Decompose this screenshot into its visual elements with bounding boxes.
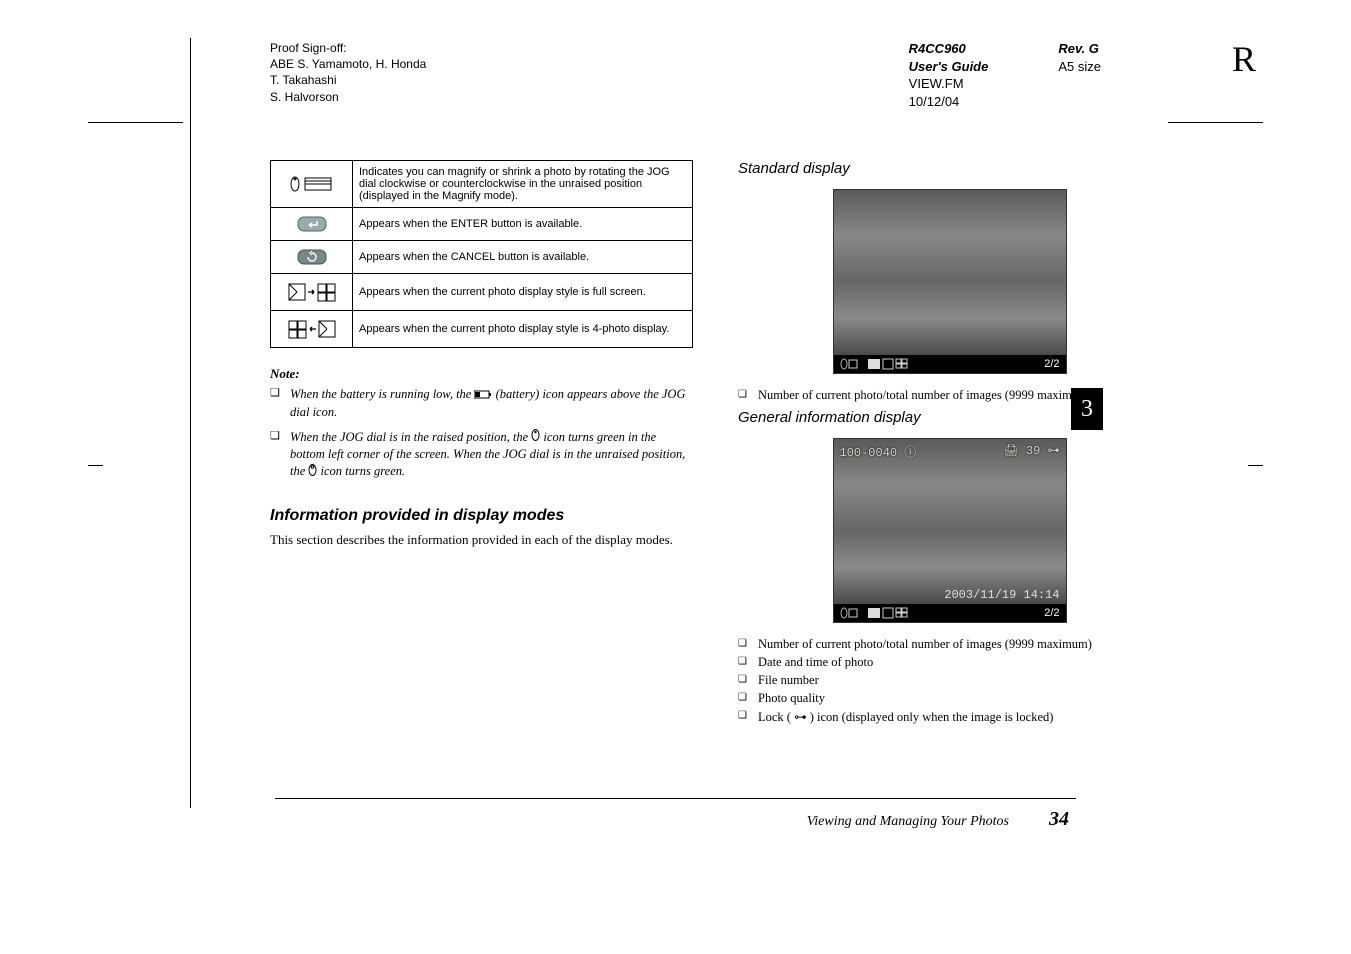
list-item: Photo quality: [738, 691, 1161, 706]
fullscreen-style-icon: [288, 282, 336, 302]
battery-icon: [474, 387, 492, 404]
list-item: Date and time of photo: [738, 655, 1161, 670]
enter-icon: [297, 216, 327, 232]
cancel-icon: [297, 249, 327, 265]
list-item: Number of current photo/total number of …: [738, 637, 1161, 652]
section-body: This section describes the information p…: [270, 531, 693, 549]
note-text: icon turns green.: [321, 464, 406, 478]
footer-text: Viewing and Managing Your Photos: [807, 814, 1009, 830]
margin-line: [190, 38, 191, 808]
doc-date: 10/12/04: [909, 93, 989, 111]
right-column: Standard display 2/2 Number of current: [738, 160, 1161, 728]
recto-marker: R: [1232, 38, 1256, 80]
icon-desc: Appears when the CANCEL button is availa…: [353, 241, 693, 274]
doc-title: User's Guide: [909, 58, 989, 76]
list-item: File number: [738, 673, 1161, 688]
doc-code: R4CC960: [909, 40, 989, 58]
note-item: When the JOG dial is in the raised posit…: [270, 429, 693, 481]
note-text: When the JOG dial is in the raised posit…: [290, 430, 531, 444]
four-photo-style-icon: [288, 319, 336, 339]
crop-mark: [88, 465, 103, 466]
crop-mark: [1248, 465, 1263, 466]
jog-magnify-icon: [289, 175, 335, 193]
jog-unraised-icon: [308, 464, 317, 481]
proof-title: Proof Sign-off:: [270, 40, 426, 56]
proof-line: S. Halvorson: [270, 89, 426, 105]
crop-mark: [1168, 122, 1263, 123]
style-icons: [868, 607, 908, 619]
quality-overlay: 🖨 39 ⊶: [1003, 443, 1059, 460]
icon-desc: Indicates you can magnify or shrink a ph…: [353, 161, 693, 208]
chapter-tab: 3: [1071, 388, 1103, 430]
icon-desc: Appears when the current photo display s…: [353, 274, 693, 311]
style-icons: [868, 358, 908, 370]
table-row: Appears when the current photo display s…: [271, 311, 693, 348]
photo-counter: 2/2: [1044, 607, 1059, 619]
general-display-screenshot: 100-0040 ⓘ 🖨 39 ⊶ 2003/11/19 14:14 2/2: [833, 438, 1067, 623]
crop-mark: [88, 122, 183, 123]
general-info-list: Number of current photo/total number of …: [738, 637, 1161, 725]
left-column: Indicates you can magnify or shrink a ph…: [270, 160, 693, 728]
datetime-overlay: 2003/11/19 14:14: [944, 588, 1059, 602]
table-row: Indicates you can magnify or shrink a ph…: [271, 161, 693, 208]
proof-signoff: Proof Sign-off: ABE S. Yamamoto, H. Hond…: [100, 40, 426, 110]
table-row: Appears when the CANCEL button is availa…: [271, 241, 693, 274]
file-number-overlay: 100-0040 ⓘ: [840, 443, 917, 460]
note-list: When the battery is running low, the (ba…: [270, 386, 693, 480]
jog-raised-icon: [531, 429, 540, 446]
section-heading: Information provided in display modes: [270, 507, 693, 525]
standard-display-screenshot: 2/2: [833, 189, 1067, 374]
doc-rev: Rev. G: [1058, 40, 1101, 58]
note-item: When the battery is running low, the (ba…: [270, 386, 693, 420]
photo-counter: 2/2: [1044, 358, 1059, 370]
footer-rule: [275, 798, 1076, 799]
doc-meta: R4CC960 User's Guide VIEW.FM 10/12/04 Re…: [909, 40, 1271, 110]
list-item: Lock ( ⊶ ) icon (displayed only when the…: [738, 709, 1161, 725]
table-row: Appears when the ENTER button is availab…: [271, 208, 693, 241]
note-text: When the battery is running low, the: [290, 387, 474, 401]
doc-size: A5 size: [1058, 58, 1101, 76]
footer: Viewing and Managing Your Photos 34: [807, 808, 1069, 831]
proof-line: ABE S. Yamamoto, H. Honda: [270, 56, 426, 72]
standard-display-heading: Standard display: [738, 160, 1161, 177]
icon-description-table: Indicates you can magnify or shrink a ph…: [270, 160, 693, 348]
jog-icon: [840, 607, 858, 619]
icon-desc: Appears when the current photo display s…: [353, 311, 693, 348]
jog-icon: [840, 358, 858, 370]
doc-file: VIEW.FM: [909, 75, 989, 93]
note-heading: Note:: [270, 366, 693, 382]
page-number: 34: [1049, 808, 1069, 831]
table-row: Appears when the current photo display s…: [271, 274, 693, 311]
proof-line: T. Takahashi: [270, 72, 426, 88]
icon-desc: Appears when the ENTER button is availab…: [353, 208, 693, 241]
